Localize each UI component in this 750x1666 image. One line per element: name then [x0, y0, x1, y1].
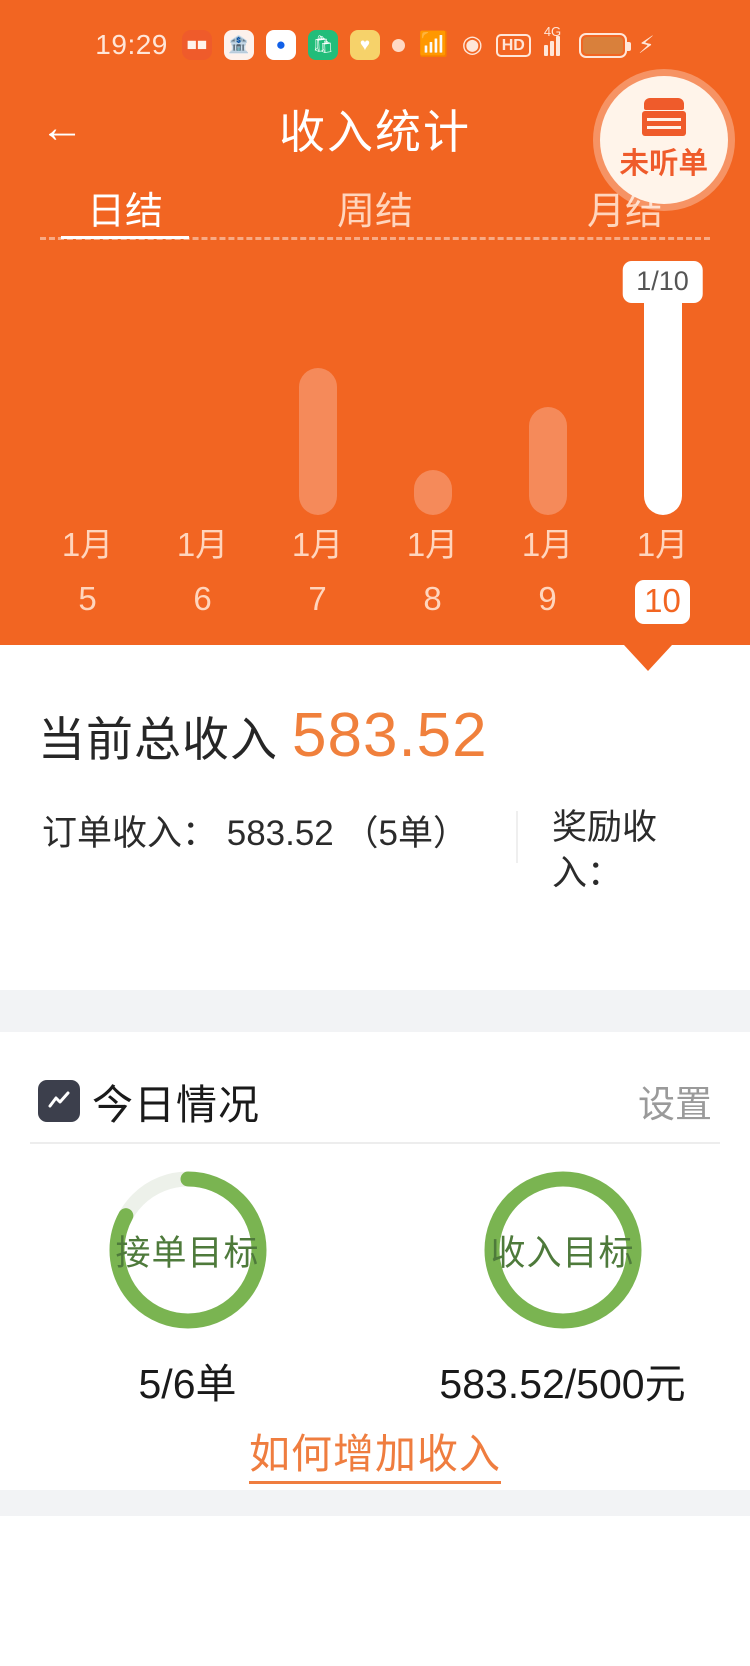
bluetooth-icon: 📶	[418, 31, 449, 58]
heart-icon: ♥	[349, 30, 380, 60]
network-type-label: 4G	[543, 24, 562, 39]
total-income-row: 当前总收入 583.52	[38, 700, 488, 771]
bank-icon: 🏦	[223, 30, 254, 60]
video-icon: ■■	[181, 30, 212, 60]
chart-bar[interactable]	[298, 368, 337, 515]
tabs-divider	[40, 237, 710, 240]
chart-column[interactable]	[30, 255, 145, 515]
settings-link[interactable]: 设置	[638, 1074, 712, 1128]
tab-daily-label: 日结	[86, 190, 163, 233]
x-axis-day: 9	[538, 580, 557, 617]
battery-icon	[578, 32, 631, 58]
total-income-value: 583.52	[292, 701, 488, 770]
today-card-header: 今日情况 设置	[0, 1062, 750, 1140]
tab-weekly[interactable]: 周结	[250, 180, 500, 235]
income-goal-ring-label: 收入目标	[490, 1233, 635, 1273]
x-axis-tick[interactable]: 1月 7	[260, 518, 375, 645]
chart-tooltip: 1/10	[622, 261, 703, 303]
browser-icon: ●	[265, 30, 296, 60]
x-axis-tick[interactable]: 1月 5	[30, 518, 145, 645]
income-goal-value: 583.52/500元	[439, 1361, 686, 1407]
tab-daily[interactable]: 日结	[0, 180, 250, 239]
chart-column[interactable]	[375, 255, 490, 515]
chart-bar-selected[interactable]	[643, 283, 682, 515]
breakdown-divider	[515, 811, 518, 863]
today-card-title: 今日情况	[92, 1082, 260, 1128]
x-axis-month: 1月	[636, 526, 689, 563]
bonus-income-text: 奖励收入：	[551, 808, 657, 894]
income-summary: 当前总收入 583.52 订单收入： 583.52 （5单） 奖励收入：	[0, 645, 750, 990]
x-axis-tick[interactable]: 1月 8	[375, 518, 490, 645]
x-axis-day: 7	[308, 580, 327, 617]
dot-icon	[391, 38, 405, 52]
x-axis-day: 8	[423, 580, 442, 617]
back-arrow-icon[interactable]: ←	[34, 100, 90, 156]
printer-icon	[640, 98, 688, 138]
unheard-order-label: 未听单	[619, 148, 709, 180]
chart-bar[interactable]	[528, 407, 567, 515]
x-axis-day-selected: 10	[635, 580, 690, 624]
income-breakdown-row: 订单收入： 583.52 （5单） 奖励收入：	[42, 805, 712, 897]
chart-column[interactable]	[145, 255, 260, 515]
x-axis-tick[interactable]: 1月 9	[490, 518, 605, 645]
x-axis-tick-selected[interactable]: 1月 10	[605, 518, 720, 645]
chart-column[interactable]	[490, 255, 605, 515]
goal-values: 5/6单 583.52/500元	[0, 1350, 750, 1410]
how-to-increase-income-link[interactable]: 如何增加收入	[0, 1420, 750, 1484]
total-income-label: 当前总收入	[38, 713, 278, 766]
location-icon: ◉	[461, 31, 483, 58]
signal-icon: 4G	[543, 24, 566, 56]
hero-notch-indicator	[624, 645, 672, 671]
x-axis-tick[interactable]: 1月 6	[145, 518, 260, 645]
unheard-order-button[interactable]: 未听单	[600, 76, 728, 204]
tab-weekly-label: 周结	[336, 190, 413, 233]
chart-bar[interactable]	[413, 470, 452, 515]
how-to-increase-income-label: 如何增加收入	[249, 1431, 501, 1484]
order-goal-value: 5/6单	[138, 1361, 237, 1407]
bottom-section-gap	[0, 1490, 750, 1516]
bottom-area	[0, 1516, 750, 1666]
x-axis-month: 1月	[406, 526, 459, 563]
status-bar-system-icons: 📶 ◉ HD 4G ⚡	[418, 24, 655, 60]
status-bar-app-icons: ■■ 🏦 ● 🛍 ♥	[181, 30, 405, 60]
status-bar: 19:29 ■■ 🏦 ● 🛍 ♥ 📶 ◉ HD 4G ⚡	[0, 22, 750, 68]
order-income-text: 订单收入： 583.52 （5单）	[42, 814, 468, 853]
shopping-icon: 🛍	[307, 30, 338, 60]
income-goal-ring: 收入目标	[477, 1164, 649, 1336]
x-axis-month: 1月	[291, 526, 344, 563]
income-bar-chart[interactable]: 1/10	[0, 255, 750, 515]
x-axis-day: 5	[78, 580, 97, 617]
chart-column[interactable]: 1/10	[605, 255, 720, 515]
card-divider	[30, 1142, 720, 1144]
hd-icon: HD	[495, 33, 531, 57]
x-axis-month: 1月	[176, 526, 229, 563]
status-bar-clock: 19:29	[95, 29, 168, 60]
chart-column[interactable]	[260, 255, 375, 515]
x-axis-month: 1月	[61, 526, 114, 563]
order-goal-ring-label: 接单目标	[115, 1233, 260, 1273]
charging-icon: ⚡	[637, 31, 655, 59]
trend-chart-icon	[38, 1080, 80, 1122]
x-axis-month: 1月	[521, 526, 574, 563]
order-goal-ring: 接单目标	[102, 1164, 274, 1336]
section-gap	[0, 990, 750, 1032]
chart-x-axis: 1月 5 1月 6 1月 7 1月 8 1月 9 1月 10	[0, 518, 750, 645]
x-axis-day: 6	[193, 580, 212, 617]
income-chart-hero: 19:29 ■■ 🏦 ● 🛍 ♥ 📶 ◉ HD 4G ⚡ 收入统计 ← 未听单 …	[0, 0, 750, 645]
